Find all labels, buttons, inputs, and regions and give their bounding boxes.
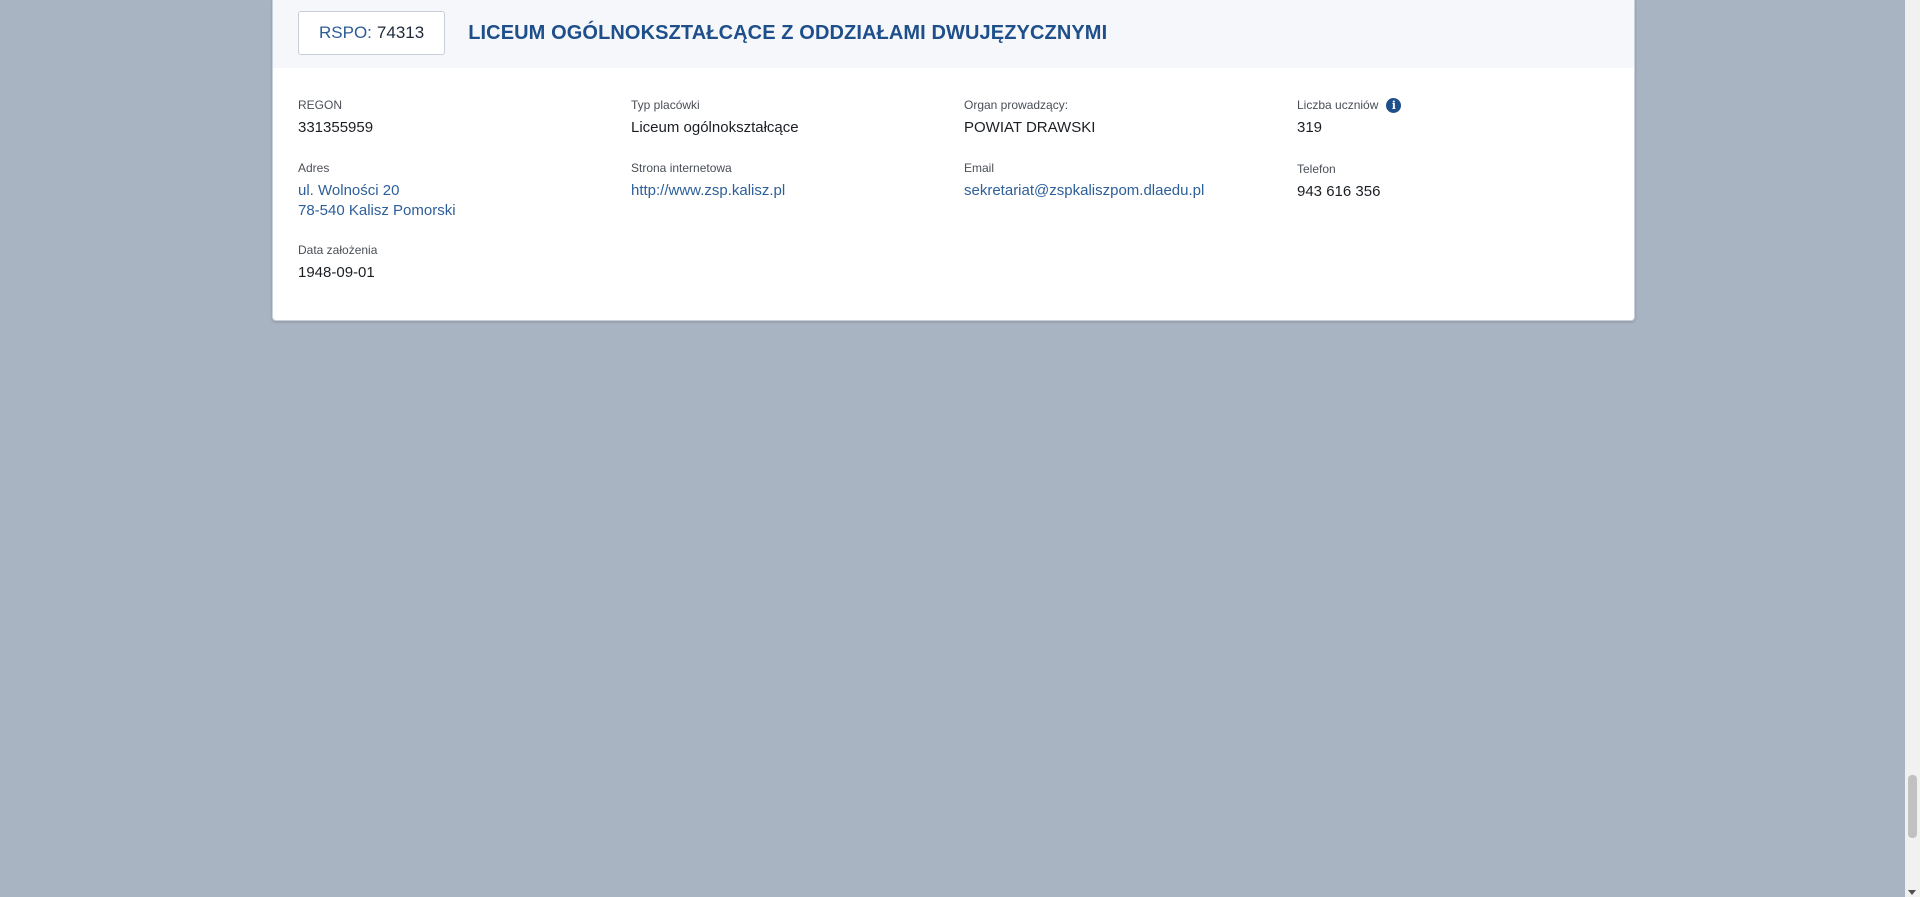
email-link[interactable]: sekretariat@zspkaliszpom.dlaedu.pl: [964, 181, 1204, 201]
school-card: RSPO: 74313 LICEUM OGÓLNOKSZTAŁCĄCE Z OD…: [272, 0, 1635, 321]
data-zalozenia-value: 1948-09-01: [298, 264, 375, 281]
card-header: RSPO: 74313 LICEUM OGÓLNOKSZTAŁCĄCE Z OD…: [273, 0, 1634, 68]
page: RSPO: 74313 LICEUM OGÓLNOKSZTAŁCĄCE Z OD…: [0, 0, 1920, 897]
strona-label: Strona internetowa: [631, 161, 732, 175]
telefon-value: 943 616 356: [1297, 183, 1381, 200]
typ-value: Liceum ogólnokształcące: [631, 119, 799, 136]
rspo-badge: RSPO: 74313: [298, 11, 446, 55]
info-icon[interactable]: i: [1386, 98, 1402, 113]
uczniowie-label-row: Liczba uczniów i: [1297, 98, 1402, 113]
field-strona: Strona internetowa http://www.zsp.kalisz…: [631, 161, 785, 201]
vertical-scrollbar[interactable]: [1905, 0, 1920, 897]
rspo-number: 74313: [376, 23, 425, 42]
adres-line2: 78-540 Kalisz Pomorski: [298, 202, 456, 219]
uczniowie-value: 319: [1297, 119, 1323, 136]
field-email: Email sekretariat@zspkaliszpom.dlaedu.pl: [964, 161, 1204, 201]
organ-value: POWIAT DRAWSKI: [964, 119, 1096, 136]
field-typ-placowki: Typ placówki Liceum ogólnokształcące: [631, 98, 799, 138]
strona-link[interactable]: http://www.zsp.kalisz.pl: [631, 181, 785, 201]
field-regon: REGON 331355959: [298, 98, 373, 138]
typ-label: Typ placówki: [631, 98, 700, 112]
adres-line1: ul. Wolności 20: [298, 182, 400, 199]
school-name: LICEUM OGÓLNOKSZTAŁCĄCE Z ODDZIAŁAMI DWU…: [468, 21, 1108, 44]
field-organ: Organ prowadzący: POWIAT DRAWSKI: [964, 98, 1095, 138]
regon-value: 331355959: [298, 119, 374, 136]
telefon-label: Telefon: [1297, 162, 1336, 176]
scroll-down-arrow-icon[interactable]: [1908, 890, 1916, 895]
rspo-label: RSPO:: [319, 23, 372, 42]
adres-label: Adres: [298, 161, 330, 175]
scrollbar-thumb[interactable]: [1908, 775, 1917, 838]
field-liczba-uczniow: Liczba uczniów i 319: [1297, 98, 1402, 138]
field-telefon: Telefon 943 616 356: [1297, 162, 1380, 202]
email-label: Email: [964, 161, 995, 175]
regon-label: REGON: [298, 98, 343, 112]
organ-label: Organ prowadzący:: [964, 98, 1069, 112]
adres-link[interactable]: ul. Wolności 20 78-540 Kalisz Pomorski: [298, 181, 456, 221]
data-zalozenia-label: Data założenia: [298, 243, 378, 257]
uczniowie-label: Liczba uczniów: [1297, 98, 1379, 112]
field-adres: Adres ul. Wolności 20 78-540 Kalisz Pomo…: [298, 161, 456, 221]
field-data-zalozenia: Data założenia 1948-09-01: [298, 243, 377, 283]
